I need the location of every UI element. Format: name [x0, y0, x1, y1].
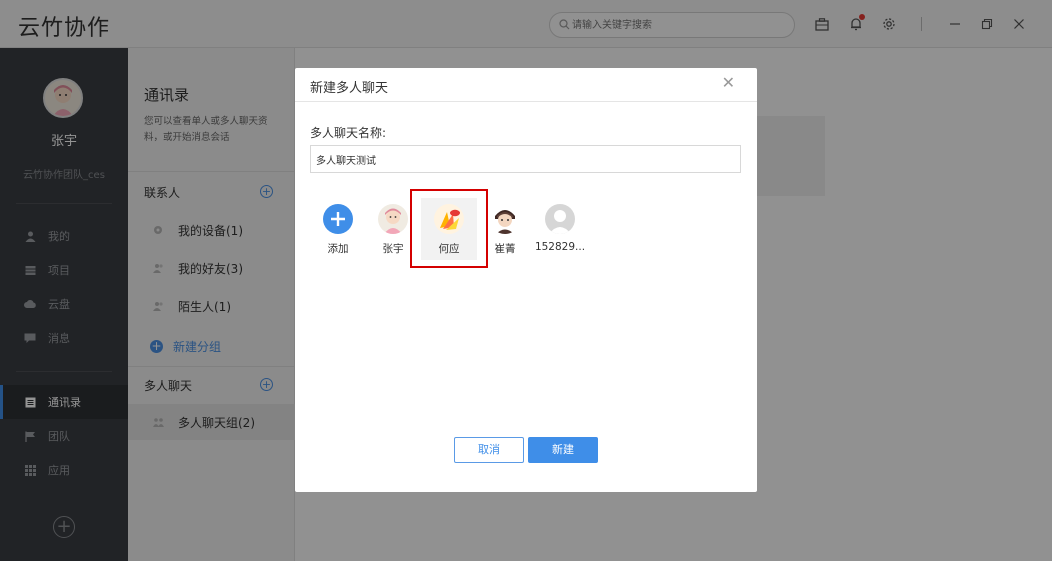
avatar [378, 204, 408, 234]
add-member-button[interactable]: 添加 [310, 198, 366, 260]
create-button[interactable]: 新建 [528, 437, 598, 463]
chat-name-input[interactable] [310, 145, 741, 173]
plus-icon [323, 204, 353, 234]
member-item[interactable]: 152829... [531, 198, 589, 260]
member-name: 添加 [327, 243, 349, 255]
cancel-button[interactable]: 取消 [454, 437, 524, 463]
member-name: 152829... [534, 241, 586, 253]
chat-name-label: 多人聊天名称: [310, 126, 387, 140]
close-icon[interactable]: ✕ [722, 75, 735, 91]
dialog-title: 新建多人聊天 [310, 81, 389, 96]
avatar [490, 204, 520, 234]
highlight-box [410, 189, 488, 268]
default-avatar-icon [545, 204, 575, 234]
dialog-header: 新建多人聊天 ✕ [295, 68, 757, 102]
new-group-chat-dialog: 新建多人聊天 ✕ 多人聊天名称: 添加 张宇 [295, 68, 757, 492]
